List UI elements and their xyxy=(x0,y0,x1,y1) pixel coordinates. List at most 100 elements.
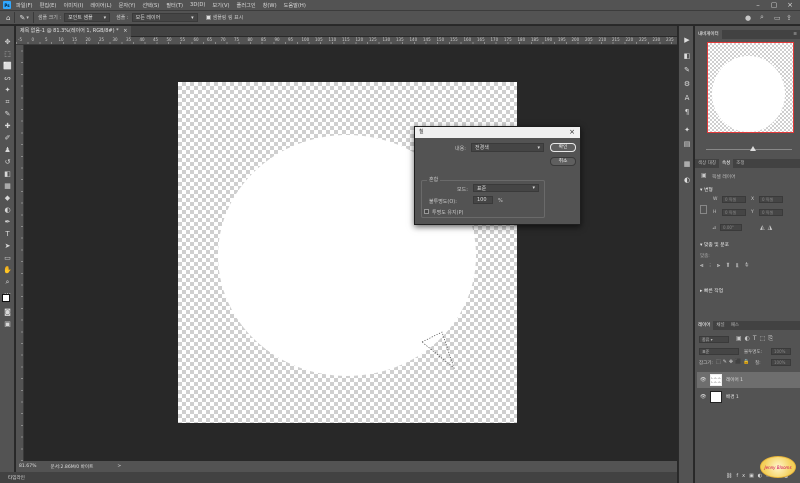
layer-row[interactable]: 👁 레이어 1 xyxy=(697,372,800,388)
visibility-eye-icon[interactable]: 👁 xyxy=(700,394,706,400)
tab-adjustments[interactable]: 조정 xyxy=(733,159,747,168)
glyphs-icon[interactable]: ✦ xyxy=(683,126,691,134)
photoshop-logo-icon[interactable]: Ps xyxy=(3,1,11,9)
chevron-down-icon[interactable]: ▾ xyxy=(26,15,29,21)
close-window-icon[interactable]: × xyxy=(784,0,796,10)
tab-navigator[interactable]: 내비게이터 xyxy=(695,30,722,39)
history-brush-icon[interactable]: ↺ xyxy=(3,158,12,167)
workspace-icon[interactable]: ▭ xyxy=(774,14,781,22)
tab-paths[interactable]: 패스 xyxy=(728,321,742,330)
width-field[interactable]: 0 픽셀 xyxy=(722,196,746,203)
lock-icons[interactable]: ⬚✎✥⬛🔒 xyxy=(716,359,752,365)
artboard-tool-icon[interactable]: ⬚ xyxy=(3,50,12,59)
fill-field[interactable]: 100% xyxy=(771,359,791,366)
gradient-tool-icon[interactable]: ▦ xyxy=(3,182,12,191)
shape-tool-icon[interactable]: ▭ xyxy=(3,254,12,263)
layer-filter-dropdown[interactable]: 종류 ▾ xyxy=(699,336,729,343)
menu-file[interactable]: 파일(F) xyxy=(16,2,33,9)
marquee-tool-icon[interactable]: ⬜ xyxy=(3,62,12,71)
lasso-tool-icon[interactable]: ᔕ xyxy=(3,74,12,83)
menu-image[interactable]: 이미지(I) xyxy=(63,2,83,9)
brush-tool-icon[interactable]: ✐ xyxy=(3,134,12,143)
menu-help[interactable]: 도움말(H) xyxy=(284,2,306,9)
quick-actions-title[interactable]: ▸ 빠른 작업 xyxy=(700,287,723,294)
menu-select[interactable]: 선택(S) xyxy=(142,2,159,9)
document-tab[interactable]: 제목 없음-1 @ 81.3%(레이어 1, RGB/8#) * × xyxy=(16,26,132,37)
eyedropper-tool-icon[interactable]: ✎ xyxy=(3,110,12,119)
navigator-menu-icon[interactable]: ≡ xyxy=(793,30,800,39)
timeline-tab[interactable]: 타임라인 xyxy=(8,475,25,481)
menu-layer[interactable]: 레이어(L) xyxy=(90,2,111,9)
link-dimensions-icon[interactable] xyxy=(700,205,707,214)
clone-source-icon[interactable]: ⚙ xyxy=(683,80,691,88)
healing-tool-icon[interactable]: ✚ xyxy=(3,122,12,131)
zoom-tool-icon[interactable]: ⌕ xyxy=(3,278,12,287)
sample-size-dropdown[interactable]: 포인트 샘플 ▾ xyxy=(64,13,111,22)
home-icon[interactable]: ⌂ xyxy=(6,14,10,22)
ok-button[interactable]: 확인 xyxy=(550,143,576,152)
move-tool-icon[interactable]: ✥ xyxy=(3,38,12,47)
character-icon[interactable]: A xyxy=(683,94,691,102)
cancel-button[interactable]: 취소 xyxy=(550,157,576,166)
path-selection-icon[interactable]: ➤ xyxy=(3,242,12,251)
transform-section-title[interactable]: ▾ 변형 xyxy=(700,186,713,193)
navigator-zoom-slider[interactable] xyxy=(706,146,792,151)
height-field[interactable]: 0 픽셀 xyxy=(722,209,746,216)
dialog-close-icon[interactable]: × xyxy=(569,127,575,138)
layer-row[interactable]: 👁 배경 1 xyxy=(697,389,800,405)
menu-3d[interactable]: 3D(D) xyxy=(190,2,205,8)
dodge-tool-icon[interactable]: ◐ xyxy=(3,206,12,215)
menu-edit[interactable]: 편집(E) xyxy=(40,2,57,9)
dialog-title-bar[interactable]: 칠 × xyxy=(415,127,580,138)
vertical-ruler[interactable] xyxy=(16,45,24,461)
status-menu-arrow[interactable]: > xyxy=(117,464,121,469)
menu-view[interactable]: 보기(V) xyxy=(212,2,229,9)
swatches-icon[interactable]: ▦ xyxy=(683,160,691,168)
visibility-eye-icon[interactable]: 👁 xyxy=(700,377,706,383)
tab-layers[interactable]: 레이어 xyxy=(695,321,714,330)
stamp-tool-icon[interactable]: ♟ xyxy=(3,146,12,155)
menu-type[interactable]: 문자(Y) xyxy=(119,2,136,9)
blend-mode-dropdown[interactable]: 표준 xyxy=(699,348,739,355)
magic-wand-tool-icon[interactable]: ✦ xyxy=(3,86,12,95)
share-icon[interactable]: ⇪ xyxy=(786,14,792,22)
flip-icons[interactable]: ◭◮ xyxy=(760,224,775,231)
pen-tool-icon[interactable]: ✒ xyxy=(3,218,12,227)
x-field[interactable]: 0 픽셀 xyxy=(759,196,783,203)
crop-tool-icon[interactable]: ⌗ xyxy=(3,98,12,107)
opacity-input[interactable]: 100 xyxy=(473,196,493,204)
user-icon[interactable]: ● xyxy=(745,14,751,22)
layer-opacity-field[interactable]: 100% xyxy=(771,348,791,355)
blur-tool-icon[interactable]: ◆ xyxy=(3,194,12,203)
layer-filter-icons[interactable]: ▣◐T⬚⎘ xyxy=(736,335,776,343)
type-tool-icon[interactable]: T xyxy=(3,230,12,239)
eyedropper-icon[interactable]: ✎ xyxy=(19,14,25,22)
tab-color-symmetry[interactable]: 색상 대칭 xyxy=(695,159,719,168)
libraries-icon[interactable]: ▤ xyxy=(683,140,691,148)
angle-field[interactable]: 0.00° xyxy=(720,224,742,231)
minimize-icon[interactable]: – xyxy=(752,0,764,10)
preserve-transparency-checkbox[interactable] xyxy=(424,209,429,214)
horizontal-ruler[interactable]: -5 0 5 10 15 20 25 30 35 40 45 50 55 60 65 70 75 80 85 90 95… xyxy=(16,37,677,45)
quick-mask-icon[interactable]: ◙ xyxy=(3,308,12,317)
foreground-color-swatch[interactable] xyxy=(2,294,10,302)
eraser-tool-icon[interactable]: ◧ xyxy=(3,170,12,179)
show-ring-checkbox[interactable] xyxy=(205,15,211,20)
align-section-title[interactable]: ▾ 맞춤 및 분포 xyxy=(700,241,729,248)
tab-channels[interactable]: 채널 xyxy=(713,321,727,330)
y-field[interactable]: 0 픽셀 xyxy=(759,209,783,216)
close-tab-icon[interactable]: × xyxy=(123,28,127,34)
hand-tool-icon[interactable]: ✋ xyxy=(3,266,12,275)
align-buttons[interactable]: ⫷⫶⫸⫪⫫⫩ xyxy=(700,262,754,270)
menu-plugins[interactable]: 플러그인 xyxy=(237,2,256,9)
adjustments-icon[interactable]: ◐ xyxy=(683,176,691,184)
menu-window[interactable]: 창(W) xyxy=(263,2,277,9)
paragraph-icon[interactable]: ¶ xyxy=(683,108,691,116)
maximize-icon[interactable]: ▢ xyxy=(768,0,780,10)
screen-mode-icon[interactable]: ▣ xyxy=(3,320,12,329)
history-icon[interactable]: ◧ xyxy=(683,52,691,60)
play-icon[interactable]: ▶ xyxy=(683,36,691,44)
content-dropdown[interactable]: 전경색 ▾ xyxy=(471,143,544,152)
mode-dropdown[interactable]: 표준 ▾ xyxy=(473,184,539,192)
zoom-level[interactable]: 81.67% xyxy=(19,464,37,469)
